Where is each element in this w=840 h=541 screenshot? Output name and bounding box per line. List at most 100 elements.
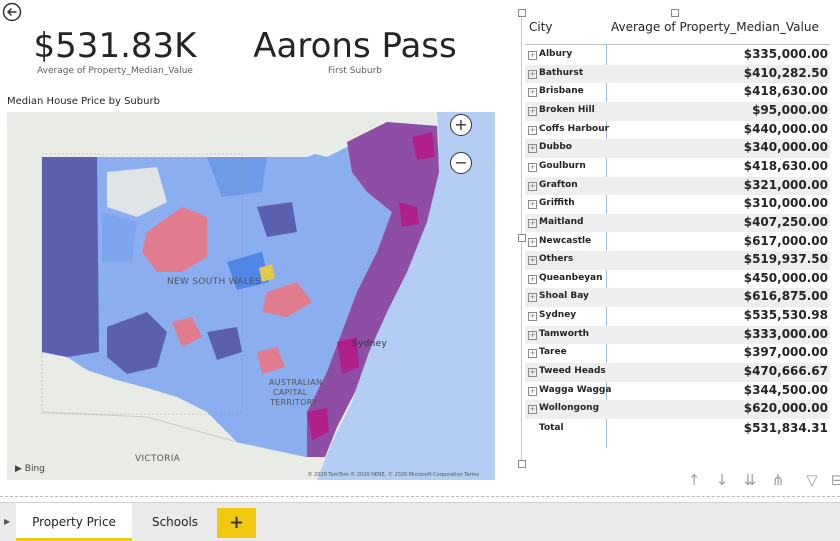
city-cell: Shoal Bay [539,291,589,302]
territory-label-2: CAPITAL [273,388,308,397]
focus-mode-icon[interactable]: ⊟ [828,470,840,490]
value-cell: $418,630.00 [743,84,828,99]
city-cell: Goulburn [539,160,586,171]
expand-icon[interactable]: + [528,106,537,116]
expand-icon[interactable]: + [528,125,537,135]
resize-handle[interactable] [518,460,526,468]
average-value: $531.83K [33,26,197,66]
value-cell: $617,000.00 [743,233,828,248]
value-cell: $620,000.00 [743,401,828,416]
city-cell: Tweed Heads [539,366,606,377]
city-cell: Grafton [539,179,578,190]
zoom-in-button[interactable]: + [450,114,472,136]
expand-icon[interactable]: + [528,218,537,228]
table-row[interactable]: + Wagga Wagga $344,500.00 [525,382,830,401]
value-cell: $95,000.00 [752,102,828,117]
total-label: Total [539,423,564,433]
tab-scroll-left-icon[interactable]: ▶ [4,517,10,526]
expand-icon[interactable]: + [528,312,537,322]
table-row[interactable]: + Dubbo $340,000.00 [525,139,830,158]
filter-icon[interactable]: ▽ [803,470,821,490]
column-header-city[interactable]: City [529,20,553,34]
expand-icon[interactable]: + [528,256,537,266]
table-row[interactable]: + Broken Hill $95,000.00 [525,101,830,121]
value-cell: $616,875.00 [743,289,828,304]
table-row[interactable]: + Maitland $407,250.00 [525,213,830,233]
bing-logo: ▶ Bing [15,464,45,474]
table-row[interactable]: + Albury $335,000.00 [525,46,830,65]
value-cell: $340,000.00 [743,140,828,155]
map-copyright: © 2020 TomTom © 2020 HERE, © 2020 Micros… [307,472,480,478]
expand-icon[interactable]: + [528,69,537,79]
column-header-value[interactable]: Average of Property_Median_Value [611,20,819,34]
total-row: Total $531,834.31 [525,420,830,439]
bing-label: Bing [24,464,45,474]
table-row[interactable]: + Sydney $535,530.98 [525,307,830,326]
table-row[interactable]: + Tweed Heads $470,666.67 [525,363,830,382]
table-row[interactable]: + Shoal Bay $616,875.00 [525,288,830,308]
expand-hierarchy-icon[interactable]: ⋔ [769,470,787,490]
table-row[interactable]: + Others $519,937.50 [525,251,830,270]
expand-icon[interactable]: + [528,181,537,191]
city-cell: Tamworth [539,328,590,339]
expand-icon[interactable]: + [528,386,537,396]
zoom-out-button[interactable]: − [450,152,472,174]
expand-icon[interactable]: + [528,51,537,60]
city-cell: Maitland [539,216,584,227]
table-row[interactable]: + Brisbane $418,630.00 [525,83,830,102]
add-page-button[interactable]: + [217,508,256,538]
expand-icon[interactable]: + [528,274,537,284]
tab-schools[interactable]: Schools [136,503,214,541]
table-row[interactable]: + Queanbeyan $450,000.00 [525,270,830,289]
drill-down-icon[interactable]: ↓ [713,470,731,490]
table-row[interactable]: + Tamworth $333,000.00 [525,325,830,345]
value-cell: $407,250.00 [743,214,828,229]
expand-icon[interactable]: + [528,88,537,98]
value-cell: $335,000.00 [743,47,828,61]
nsw-choropleth-map[interactable] [7,112,495,480]
expand-icon[interactable]: + [528,237,537,247]
expand-icon[interactable]: + [528,349,537,359]
value-cell: $397,000.00 [743,345,828,360]
expand-icon[interactable]: + [528,293,537,303]
city-table-visual[interactable]: City Average of Property_Median_Value + A… [518,9,840,468]
next-level-icon[interactable]: ⇊ [741,470,759,490]
table-row[interactable]: + Coffs Harbour $440,000.00 [525,121,830,140]
first-suburb-caption: First Suburb [327,66,383,76]
page-tab-bar: ▶ Property Price Schools + [0,502,840,541]
tab-property-price[interactable]: Property Price [16,503,132,541]
resize-handle[interactable] [671,9,679,17]
bing-icon: ▶ [15,464,22,474]
resize-handle[interactable] [518,9,526,17]
table-row[interactable]: + Wollongong $620,000.00 [525,400,830,419]
value-cell: $310,000.00 [743,196,828,211]
back-arrow-icon[interactable] [2,2,22,22]
table-row[interactable]: + Grafton $321,000.00 [525,176,830,196]
territory-label-3: TERRITORY [270,398,318,407]
table-row[interactable]: + Bathurst $410,282.50 [525,64,830,84]
city-cell: Broken Hill [539,104,595,115]
table-row[interactable]: + Goulburn $418,630.00 [525,158,830,177]
city-cell: Bathurst [539,67,584,78]
expand-icon[interactable]: + [528,368,537,378]
city-cell: Queanbeyan [539,272,603,283]
value-cell: $333,000.00 [743,326,828,341]
table-row[interactable]: + Newcastle $617,000.00 [525,233,830,252]
city-cell: Wagga Wagga [539,384,612,395]
map-visual[interactable]: NEW SOUTH WALES Sydney AUSTRALIAN CAPITA… [7,112,495,480]
map-title: Median House Price by Suburb [7,96,160,107]
expand-icon[interactable]: + [528,144,537,154]
city-cell: Albury [539,49,573,59]
expand-icon[interactable]: + [528,330,537,340]
expand-icon[interactable]: + [528,405,537,415]
average-caption: Average of Property_Median_Value [37,66,193,76]
table-row[interactable]: + Griffith $310,000.00 [525,195,830,214]
table-row[interactable]: + Taree $397,000.00 [525,344,830,363]
expand-icon[interactable]: + [528,200,537,210]
kpi-card-first-suburb: Aarons Pass First Suburb [240,26,470,76]
drill-up-icon[interactable]: ↑ [685,470,703,490]
expand-icon[interactable]: + [528,162,537,172]
kpi-card-average: $531.83K Average of Property_Median_Valu… [20,26,210,76]
value-cell: $450,000.00 [743,270,828,285]
city-cell: Others [539,254,574,265]
